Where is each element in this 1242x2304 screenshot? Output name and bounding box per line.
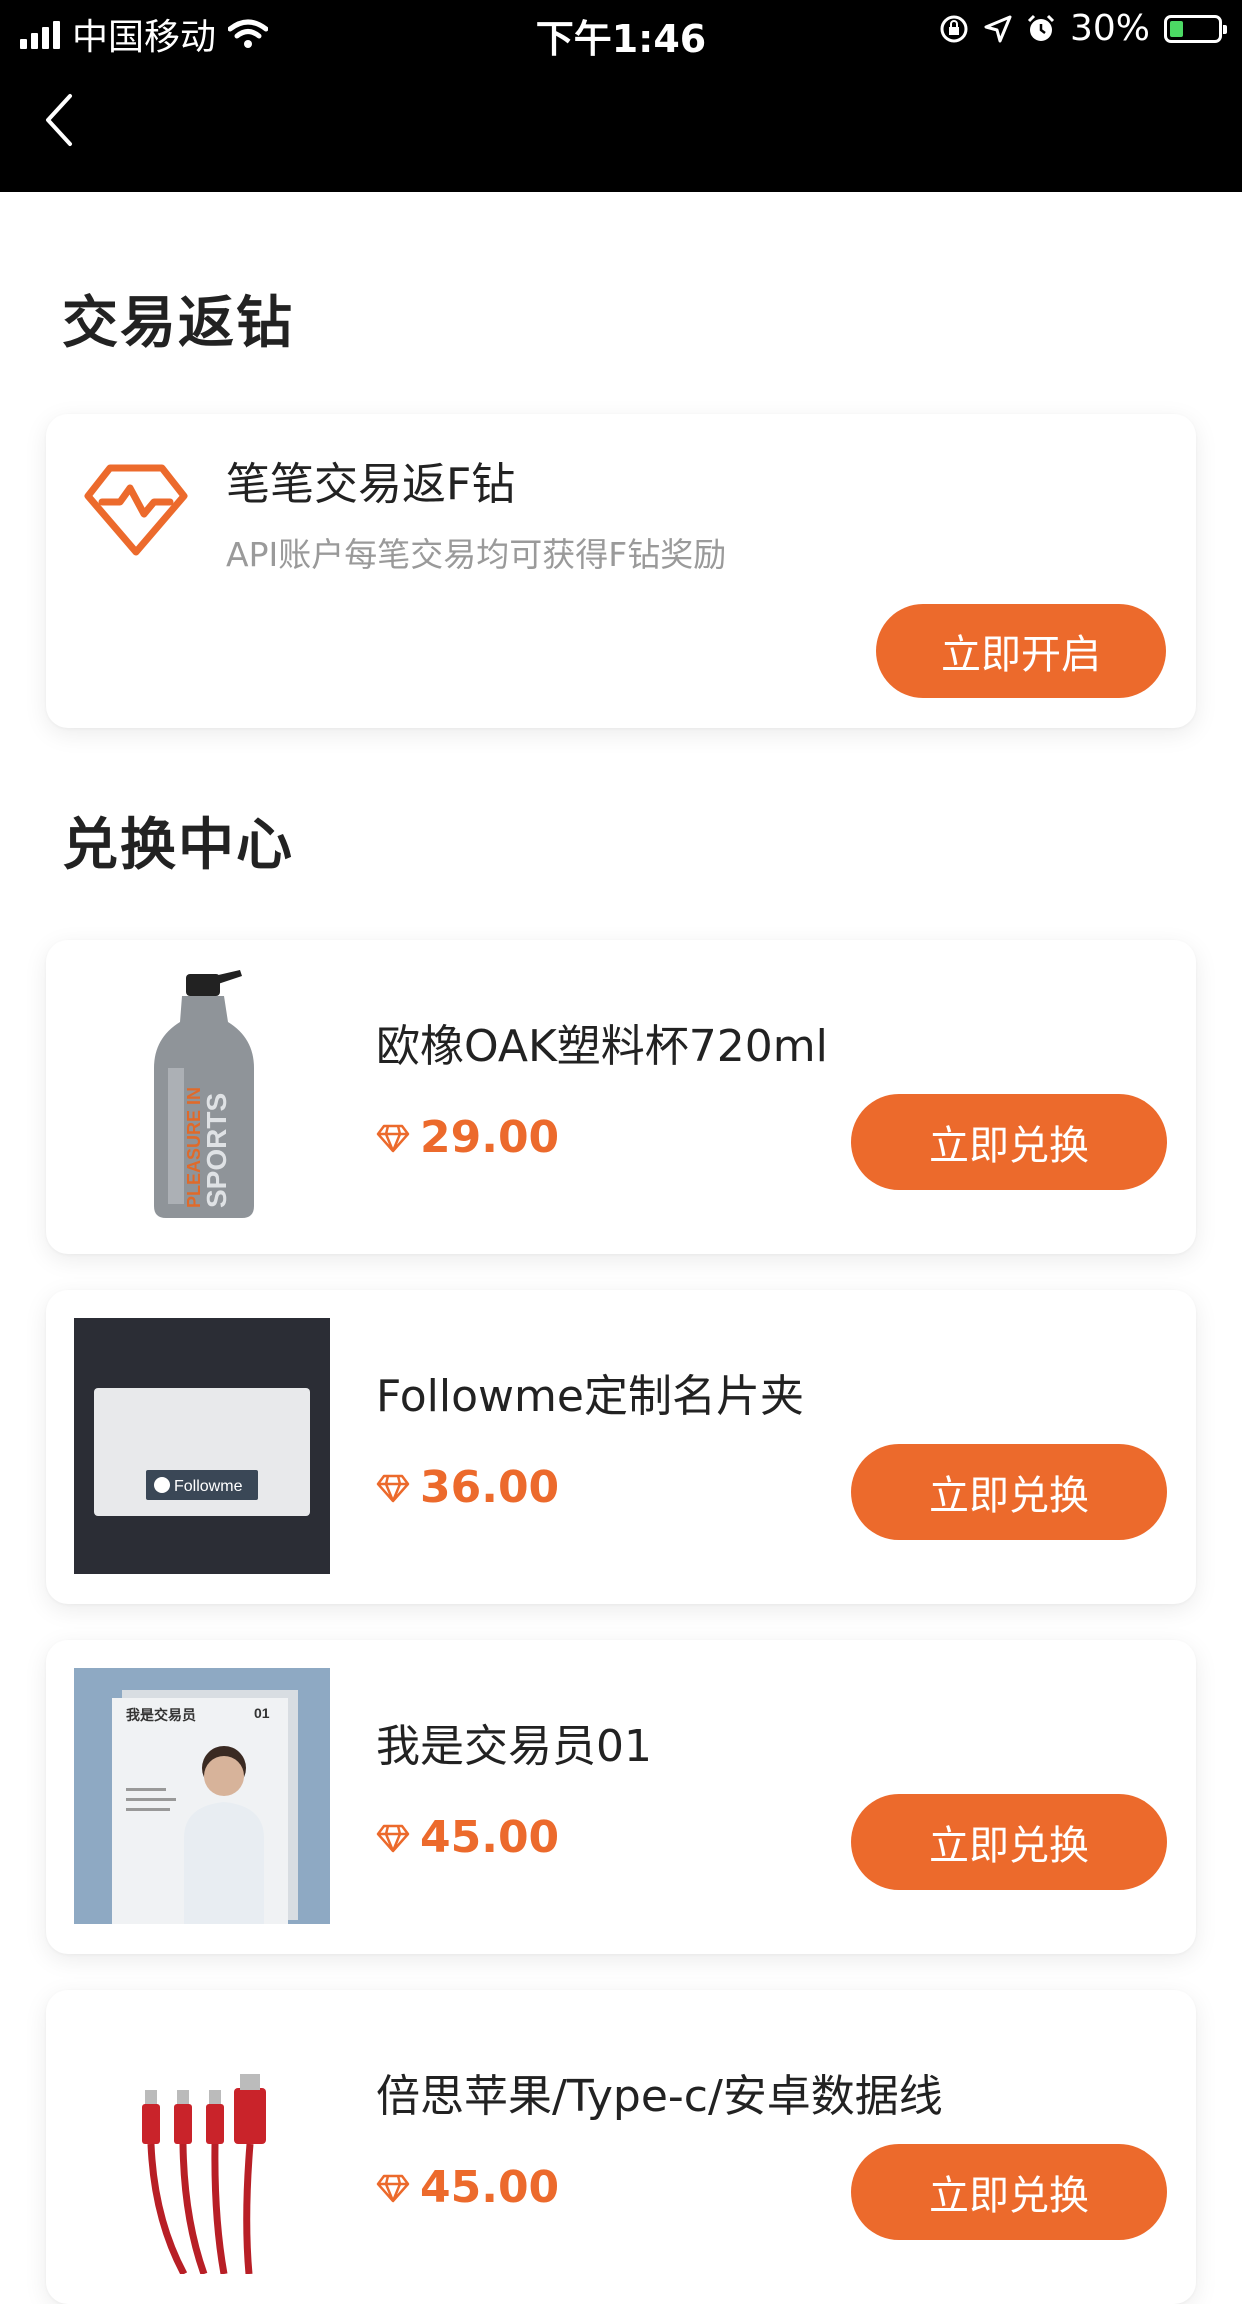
product-card: 倍思苹果/Type-c/安卓数据线 45.00 立即兑换 xyxy=(46,1990,1196,2304)
price-value: 29.00 xyxy=(420,1112,560,1163)
svg-text:我是交易员: 我是交易员 xyxy=(126,1707,196,1723)
product-card: PLEASURE IN SPORTS 欧橡OAK塑料杯720ml 29.00 立… xyxy=(46,940,1196,1254)
redeem-button[interactable]: 立即兑换 xyxy=(851,1094,1167,1190)
top-bar: 中国移动 下午1:46 30% xyxy=(0,0,1242,192)
product-name: 欧橡OAK塑料杯720ml xyxy=(376,1021,828,1072)
section-title-rebate: 交易返钻 xyxy=(62,291,294,356)
diamond-pulse-icon xyxy=(84,464,188,556)
redeem-button[interactable]: 立即兑换 xyxy=(851,2144,1167,2240)
redeem-button[interactable]: 立即兑换 xyxy=(851,1444,1167,1540)
section-title-exchange: 兑换中心 xyxy=(62,813,294,878)
enable-button[interactable]: 立即开启 xyxy=(876,604,1166,698)
diamond-icon xyxy=(376,1824,410,1852)
product-image-water-bottle[interactable]: PLEASURE IN SPORTS xyxy=(74,968,330,1224)
status-bar: 中国移动 下午1:46 30% xyxy=(0,0,1242,64)
product-price: 45.00 xyxy=(376,1812,559,1863)
price-value: 36.00 xyxy=(420,1462,560,1513)
product-image-usb-cable[interactable] xyxy=(74,2018,330,2274)
chevron-left-icon[interactable] xyxy=(40,90,84,150)
diamond-icon xyxy=(376,2174,410,2202)
product-name: 倍思苹果/Type-c/安卓数据线 xyxy=(376,2071,943,2122)
product-image-magazine[interactable]: 我是交易员 01 xyxy=(74,1668,330,1924)
svg-text:01: 01 xyxy=(254,1705,270,1721)
product-card: Followme Followme定制名片夹 36.00 立即兑换 xyxy=(46,1290,1196,1604)
product-price: 45.00 xyxy=(376,2162,559,2213)
battery-percent: 30% xyxy=(1069,8,1150,49)
battery-icon xyxy=(1164,14,1227,43)
price-value: 45.00 xyxy=(420,2162,560,2213)
diamond-icon xyxy=(376,1124,410,1152)
product-card: 我是交易员 01 我是交易员01 45.00 立即兑换 xyxy=(46,1640,1196,1954)
svg-text:Followme: Followme xyxy=(174,1478,243,1495)
redeem-button[interactable]: 立即兑换 xyxy=(851,1794,1167,1890)
svg-text:SPORTS: SPORTS xyxy=(201,1093,232,1208)
diamond-icon xyxy=(376,1474,410,1502)
alarm-icon xyxy=(1027,14,1055,41)
product-name: Followme定制名片夹 xyxy=(376,1371,804,1422)
product-image-card-holder[interactable]: Followme xyxy=(74,1318,330,1574)
promo-title: 笔笔交易返F钻 xyxy=(226,459,516,510)
product-name: 我是交易员01 xyxy=(376,1721,652,1772)
promo-subtitle: API账户每笔交易均可获得F钻奖励 xyxy=(226,535,727,574)
promo-card: 笔笔交易返F钻 API账户每笔交易均可获得F钻奖励 立即开启 xyxy=(46,414,1196,728)
price-value: 45.00 xyxy=(420,1812,560,1863)
product-price: 36.00 xyxy=(376,1462,559,1513)
lock-rotation-icon xyxy=(940,15,968,42)
product-price: 29.00 xyxy=(376,1112,559,1163)
location-icon xyxy=(984,15,1012,42)
